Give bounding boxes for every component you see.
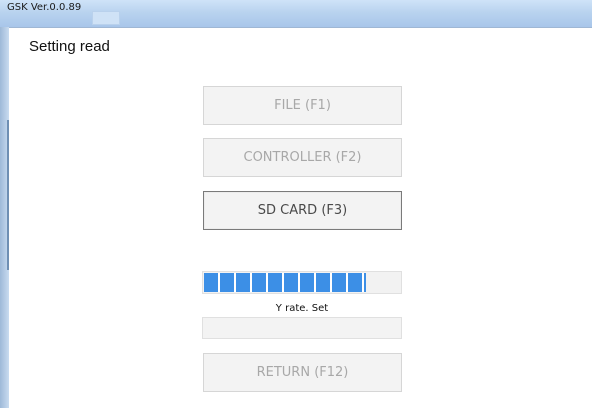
title-bar-artifact	[92, 11, 120, 25]
file-button[interactable]: FILE (F1)	[203, 86, 402, 125]
sd-card-button[interactable]: SD CARD (F3)	[203, 191, 402, 230]
window-title: GSK Ver.0.0.89	[7, 2, 82, 13]
title-bar[interactable]: GSK Ver.0.0.89	[0, 0, 592, 28]
progress-label: Y rate. Set	[275, 303, 329, 314]
page-title: Setting read	[29, 38, 110, 55]
status-box	[202, 317, 402, 339]
controller-button[interactable]: CONTROLLER (F2)	[203, 138, 402, 177]
progress-bar-fill	[204, 273, 367, 292]
return-button[interactable]: RETURN (F12)	[203, 353, 402, 392]
progress-bar	[202, 271, 402, 294]
app-window: GSK Ver.0.0.89 Setting read FILE (F1) CO…	[0, 0, 592, 408]
